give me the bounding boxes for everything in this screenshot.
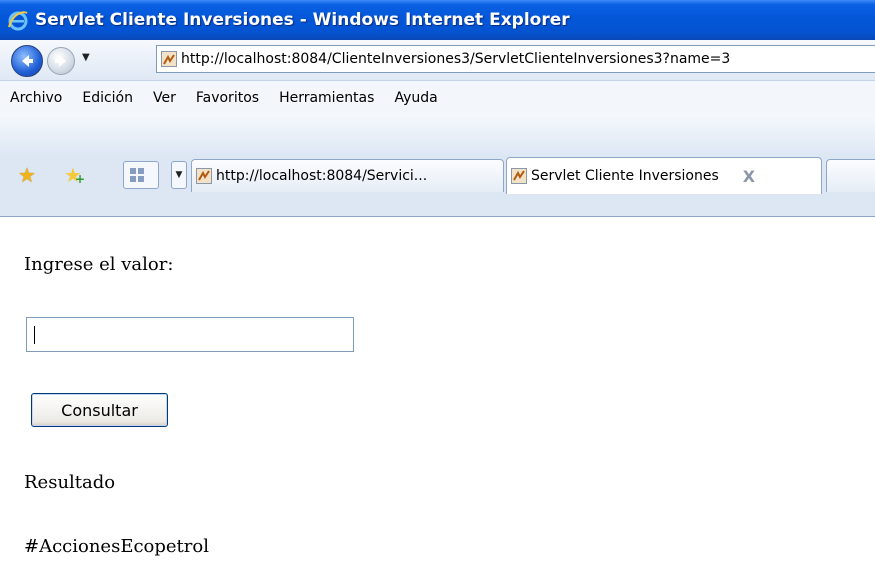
page-favicon-icon — [511, 168, 527, 184]
value-prompt-label: Ingrese el valor: — [24, 254, 174, 275]
tab-servicio[interactable]: http://localhost:8084/Servici... — [191, 159, 504, 192]
menu-edicion[interactable]: Edición — [72, 90, 143, 106]
menu-herramientas[interactable]: Herramientas — [269, 90, 384, 106]
menu-archivo[interactable]: Archivo — [0, 90, 72, 106]
tab-bar: ★ ★ + ▼ http://localhost:8084/Servici...… — [0, 114, 875, 218]
page-favicon-icon — [161, 51, 177, 67]
menu-bar: Archivo Edición Ver Favoritos Herramient… — [0, 80, 875, 115]
internet-explorer-icon — [7, 9, 29, 31]
tab-servlet-cliente-inversiones[interactable]: Servlet Cliente Inversiones X — [506, 157, 822, 194]
tab-label: Servlet Cliente Inversiones — [531, 168, 719, 184]
window-title: Servlet Cliente Inversiones - Windows In… — [35, 10, 570, 30]
forward-button[interactable] — [47, 47, 75, 75]
value-input[interactable] — [26, 317, 354, 352]
forward-arrow-icon — [55, 55, 66, 67]
navigation-bar: ▼ http://localhost:8084/ClienteInversion… — [0, 40, 875, 80]
menu-ayuda[interactable]: Ayuda — [384, 90, 447, 106]
tab-list-dropdown-icon[interactable]: ▼ — [171, 161, 187, 189]
result-value: #AccionesEcopetrol — [24, 536, 209, 557]
result-label: Resultado — [24, 472, 116, 493]
back-arrow-icon — [22, 55, 33, 67]
menu-ver[interactable]: Ver — [143, 90, 186, 106]
window-title-bar[interactable]: Servlet Cliente Inversiones - Windows In… — [0, 0, 875, 40]
text-caret — [34, 326, 35, 344]
page-content: Ingrese el valor: Consultar Resultado #A… — [0, 217, 875, 561]
consultar-button[interactable]: Consultar — [31, 393, 168, 427]
history-dropdown-icon[interactable]: ▼ — [82, 52, 90, 63]
address-url: http://localhost:8084/ClienteInversiones… — [181, 51, 731, 67]
add-plus-icon: + — [75, 172, 86, 186]
quick-tabs-button[interactable] — [123, 161, 159, 189]
back-button[interactable] — [11, 45, 43, 77]
address-bar[interactable]: http://localhost:8084/ClienteInversiones… — [156, 45, 875, 73]
quick-tabs-grid-icon — [130, 168, 144, 182]
tab-label: http://localhost:8084/Servici... — [216, 168, 428, 184]
favorites-star-icon[interactable]: ★ — [18, 165, 36, 185]
new-tab-button[interactable] — [826, 159, 875, 192]
page-favicon-icon — [196, 168, 212, 184]
menu-favoritos[interactable]: Favoritos — [186, 90, 269, 106]
close-tab-icon[interactable]: X — [743, 167, 755, 186]
